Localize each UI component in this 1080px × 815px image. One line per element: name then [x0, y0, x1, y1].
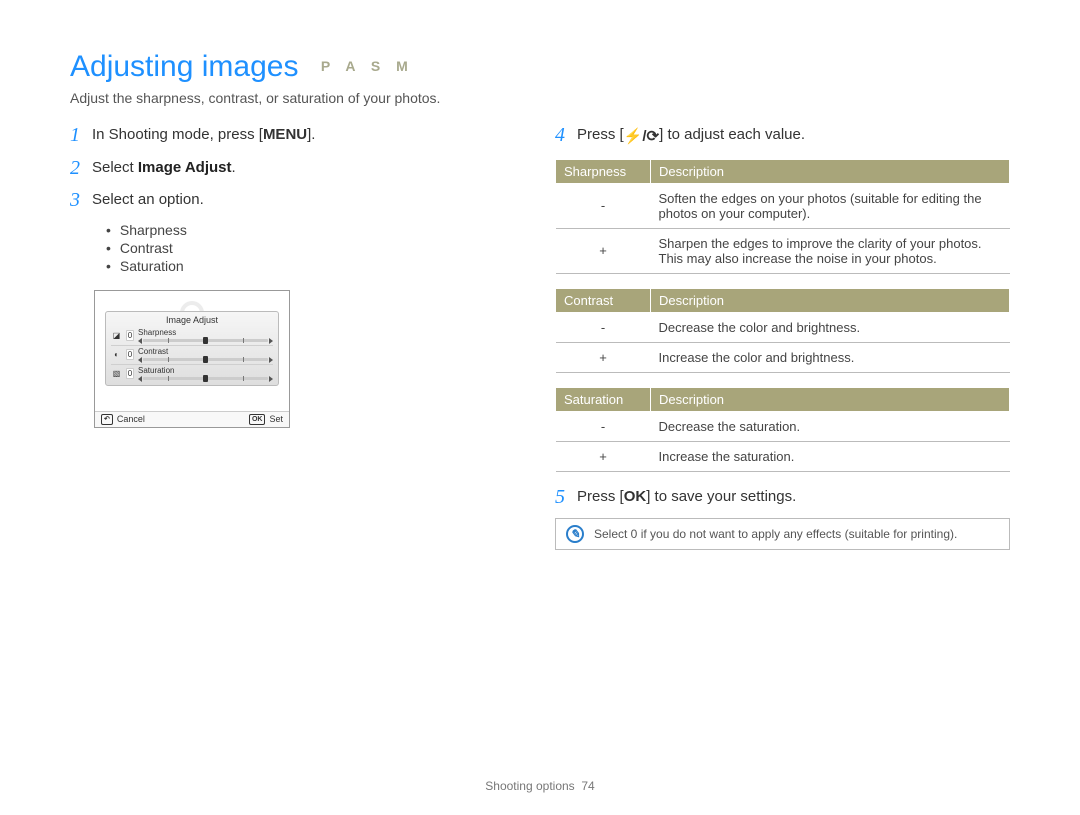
title-row: Adjusting images P A S M	[70, 50, 1010, 84]
page-title: Adjusting images	[70, 50, 298, 83]
page-footer: Shooting options 74	[0, 779, 1080, 793]
saturation-table: SaturationDescription -Decrease the satu…	[555, 387, 1010, 472]
step-number: 2	[70, 157, 92, 179]
th-sharpness: Sharpness	[556, 159, 651, 183]
table-row: +Increase the color and brightness.	[556, 342, 1010, 372]
cell-desc: Sharpen the edges to improve the clarity…	[651, 228, 1010, 273]
left-column: 1 In Shooting mode, press [MENU]. 2 Sele…	[70, 124, 525, 550]
footer-page: 74	[581, 779, 594, 793]
sharpness-label: Sharpness	[138, 328, 273, 337]
set-label: Set	[269, 414, 283, 424]
cell-desc: Decrease the color and brightness.	[651, 312, 1010, 342]
page-subtitle: Adjust the sharpness, contrast, or satur…	[70, 90, 1010, 106]
option-sharpness: Sharpness	[120, 222, 187, 238]
step-text: ].	[307, 126, 315, 143]
panel-row-contrast: ◐ 0 Contrast	[111, 346, 273, 365]
table-row: -Decrease the color and brightness.	[556, 312, 1010, 342]
saturation-icon: ▧	[111, 369, 122, 378]
step-4: 4 Press [⚡/⟳] to adjust each value.	[555, 124, 1010, 149]
sharpness-value: 0	[126, 330, 134, 341]
cell-symbol: -	[556, 183, 651, 228]
step-number: 4	[555, 124, 577, 146]
contrast-table: ContrastDescription -Decrease the color …	[555, 288, 1010, 373]
sharpness-table: SharpnessDescription -Soften the edges o…	[555, 159, 1010, 274]
option-list: • Sharpness • Contrast • Saturation	[106, 222, 525, 274]
panel-row-sharpness: ◪ 0 Sharpness	[111, 327, 273, 346]
cell-symbol: +	[556, 441, 651, 471]
step-number: 5	[555, 486, 577, 508]
flash-timer-icon: ⚡/⟳	[624, 126, 659, 149]
th-description: Description	[651, 159, 1010, 183]
back-icon: ↶	[101, 414, 113, 425]
cell-desc: Increase the saturation.	[651, 441, 1010, 471]
table-row: +Sharpen the edges to improve the clarit…	[556, 228, 1010, 273]
step-text: Select	[92, 159, 138, 176]
saturation-value: 0	[126, 368, 134, 379]
cell-symbol: +	[556, 228, 651, 273]
step-3: 3 Select an option.	[70, 189, 525, 212]
step-text: ] to save your settings.	[646, 488, 796, 505]
th-contrast: Contrast	[556, 288, 651, 312]
step-number: 3	[70, 189, 92, 211]
th-description: Description	[651, 288, 1010, 312]
ok-icon: OK	[249, 414, 266, 425]
step-number: 1	[70, 124, 92, 146]
step-text: In Shooting mode, press [	[92, 126, 263, 143]
camera-screen-mockup: Image Adjust ◪ 0 Sharpness ◐ 0	[94, 290, 290, 428]
sharpness-slider[interactable]	[138, 338, 273, 344]
right-column: 4 Press [⚡/⟳] to adjust each value. Shar…	[555, 124, 1010, 550]
table-row: -Decrease the saturation.	[556, 411, 1010, 441]
contrast-value: 0	[126, 349, 134, 360]
contrast-label: Contrast	[138, 347, 273, 356]
step-text: Press [	[577, 126, 624, 143]
mode-indicator: P A S M	[321, 58, 414, 74]
step-text: ] to adjust each value.	[659, 126, 805, 143]
panel-row-saturation: ▧ 0 Saturation	[111, 365, 273, 383]
contrast-slider[interactable]	[138, 357, 273, 363]
step-text: .	[232, 159, 236, 176]
cell-desc: Soften the edges on your photos (suitabl…	[651, 183, 1010, 228]
table-row: +Increase the saturation.	[556, 441, 1010, 471]
cell-symbol: -	[556, 312, 651, 342]
step-5: 5 Press [OK] to save your settings.	[555, 486, 1010, 509]
mock-footer: ↶ Cancel OKSet	[95, 411, 289, 427]
sharpness-icon: ◪	[111, 331, 122, 340]
cell-symbol: -	[556, 411, 651, 441]
panel-title: Image Adjust	[111, 315, 273, 325]
step-text: Select an option.	[92, 191, 204, 208]
ok-button-label: OK	[624, 488, 647, 505]
th-saturation: Saturation	[556, 387, 651, 411]
th-description: Description	[651, 387, 1010, 411]
note-icon: ✎	[566, 525, 584, 543]
cell-symbol: +	[556, 342, 651, 372]
image-adjust-label: Image Adjust	[138, 159, 232, 176]
option-saturation: Saturation	[120, 258, 184, 274]
note-box: ✎ Select 0 if you do not want to apply a…	[555, 518, 1010, 550]
table-row: -Soften the edges on your photos (suitab…	[556, 183, 1010, 228]
cell-desc: Increase the color and brightness.	[651, 342, 1010, 372]
saturation-slider[interactable]	[138, 376, 273, 382]
step-text: Press [	[577, 488, 624, 505]
menu-button-label: MENU	[263, 126, 307, 143]
saturation-label: Saturation	[138, 366, 273, 375]
step-1: 1 In Shooting mode, press [MENU].	[70, 124, 525, 147]
image-adjust-panel: Image Adjust ◪ 0 Sharpness ◐ 0	[105, 311, 279, 386]
note-text: Select 0 if you do not want to apply any…	[594, 527, 957, 541]
footer-section: Shooting options	[485, 779, 574, 793]
cancel-label: Cancel	[117, 414, 145, 424]
step-2: 2 Select Image Adjust.	[70, 157, 525, 180]
option-contrast: Contrast	[120, 240, 173, 256]
cell-desc: Decrease the saturation.	[651, 411, 1010, 441]
contrast-icon: ◐	[111, 350, 122, 359]
